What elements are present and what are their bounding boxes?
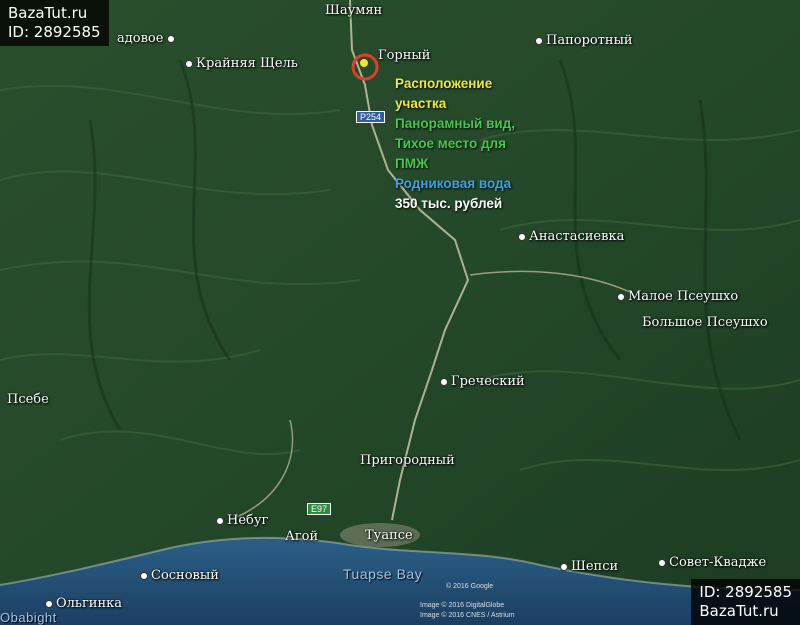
place-maloe-pseushkho[interactable]: Малое Псеушхо	[617, 289, 738, 304]
place-gorny[interactable]: Горный	[378, 48, 430, 63]
place-paporotny[interactable]: Папоротный	[535, 33, 633, 48]
annotation-price: 350 тыс. рублей	[395, 196, 503, 211]
place-dot	[185, 59, 193, 68]
plot-location-dot	[360, 59, 368, 67]
place-prigorodny[interactable]: Пригородный	[360, 453, 455, 468]
credit-google: © 2016 Google	[446, 583, 494, 590]
watermark-bottom-right: ID: 2892585 BazaTut.ru	[691, 579, 800, 625]
credit-digitalglobe: Image © 2016 DigitalGlobe	[420, 602, 505, 609]
annotation-panoramic: Панорамный вид,	[395, 116, 516, 131]
annotation-quiet-place: Тихое место для	[395, 136, 506, 151]
place-dot	[167, 34, 176, 43]
place-sadovoe[interactable]: адовое	[117, 31, 178, 46]
watermark-top-left: BazaTut.ru ID: 2892585	[0, 0, 109, 46]
sea-partial-label: Obabight	[0, 610, 57, 625]
credit-cnes: Image © 2016 CNES / Astrium	[420, 612, 515, 619]
place-agoy[interactable]: Агой	[285, 529, 318, 544]
place-grechesky[interactable]: Греческий	[440, 374, 525, 389]
place-tuapse[interactable]: Туапсе	[365, 528, 413, 543]
watermark-site: BazaTut.ru	[8, 4, 88, 22]
place-dot	[440, 377, 448, 386]
watermark-site: BazaTut.ru	[699, 602, 779, 620]
place-dot	[658, 558, 666, 567]
place-bolshoe-pseushkho[interactable]: Большое Псеушхо	[642, 315, 768, 330]
annotation-spring-water: Родниковая вода	[395, 176, 512, 191]
place-olginka[interactable]: Ольгинка	[45, 596, 122, 611]
place-anastasievka[interactable]: Анастасиевка	[518, 229, 624, 244]
tuapse-bay-label: Tuapse Bay	[343, 566, 423, 582]
place-dot	[617, 292, 625, 301]
place-nebug[interactable]: Небуг	[216, 513, 268, 528]
annotation-plot: участка	[395, 96, 447, 111]
place-sosnovy[interactable]: Сосновый	[140, 568, 219, 583]
place-dot	[518, 232, 526, 241]
place-dot	[535, 36, 543, 45]
road-shield-e97: E97	[307, 503, 332, 515]
place-shaumyan[interactable]: Шаумян	[325, 3, 382, 18]
place-psebe[interactable]: Псебе	[7, 392, 49, 407]
place-dot	[140, 571, 148, 580]
place-sovet-kvadzhe[interactable]: Совет-Квадже	[658, 555, 766, 570]
watermark-id: ID: 2892585	[8, 23, 101, 41]
place-krainyaya-shchel[interactable]: Крайняя Щель	[185, 56, 298, 71]
place-shepsi[interactable]: Шепси	[560, 559, 618, 574]
watermark-id: ID: 2892585	[699, 583, 792, 601]
road-shield-r254: P254	[356, 111, 386, 123]
annotation-location: Расположение	[395, 76, 493, 91]
annotation-pmzh: ПМЖ	[395, 156, 429, 171]
place-dot	[216, 516, 224, 525]
place-dot	[560, 562, 568, 571]
place-dot	[45, 599, 53, 608]
